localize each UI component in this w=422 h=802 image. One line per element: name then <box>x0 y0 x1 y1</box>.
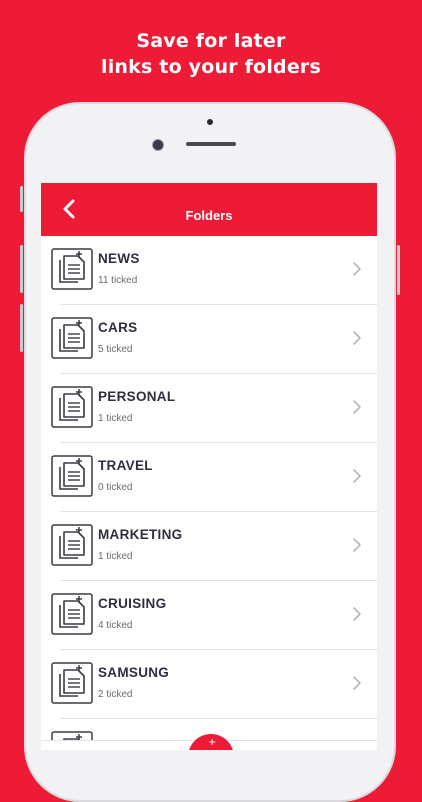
earpiece-speaker <box>186 142 236 146</box>
document-icon <box>51 248 93 290</box>
folder-count: 1 ticked <box>98 551 133 562</box>
document-icon <box>51 317 93 359</box>
plus-icon: + <box>208 737 217 748</box>
folder-name: CRUISING <box>98 596 167 611</box>
folder-list: NEWS 11 ticked CARS 5 ticked PERSONAL 1 … <box>41 236 377 750</box>
chevron-right-icon <box>353 538 361 552</box>
folder-row-samsung[interactable]: SAMSUNG 2 ticked <box>51 650 377 719</box>
document-icon <box>51 662 93 704</box>
chevron-right-icon <box>353 331 361 345</box>
phone-volume-up <box>20 245 23 293</box>
folder-name: MARKETING <box>98 527 183 542</box>
folder-row-personal[interactable]: PERSONAL 1 ticked <box>51 374 377 443</box>
folder-row-news[interactable]: NEWS 11 ticked <box>51 236 377 305</box>
folder-name: CARS <box>98 320 138 335</box>
document-icon <box>51 593 93 635</box>
folder-name: TRAVEL <box>98 458 153 473</box>
folder-row-marketing[interactable]: MARKETING 1 ticked <box>51 512 377 581</box>
chevron-right-icon <box>353 262 361 276</box>
phone-side-button <box>20 186 23 212</box>
folder-count: 2 ticked <box>98 689 133 700</box>
chevron-right-icon <box>353 469 361 483</box>
headline-line-1: Save for later <box>136 30 286 52</box>
front-camera <box>152 139 164 151</box>
chevron-right-icon <box>353 607 361 621</box>
app-screen: Folders NEWS 11 ticked CARS 5 ticked PER… <box>41 183 377 750</box>
folder-count: 5 ticked <box>98 344 133 355</box>
folder-count: 1 ticked <box>98 413 133 424</box>
folder-row-cruising[interactable]: CRUISING 4 ticked <box>51 581 377 650</box>
chevron-right-icon <box>353 676 361 690</box>
document-icon <box>51 455 93 497</box>
folder-name: SAMSUNG <box>98 665 170 680</box>
promo-headline: Save for later links to your folders <box>0 28 422 80</box>
document-icon <box>51 386 93 428</box>
chevron-right-icon <box>353 400 361 414</box>
folder-row-travel[interactable]: TRAVEL 0 ticked <box>51 443 377 512</box>
document-icon <box>51 524 93 566</box>
headline-line-2: links to your folders <box>100 56 321 78</box>
folder-count: 11 ticked <box>98 275 138 286</box>
proximity-sensor <box>207 119 213 125</box>
folder-name: PERSONAL <box>98 389 176 404</box>
app-bar: Folders <box>41 183 377 236</box>
phone-power-button <box>397 245 400 295</box>
folder-count: 4 ticked <box>98 620 133 631</box>
folder-name: NEWS <box>98 251 140 266</box>
folder-row-cars[interactable]: CARS 5 ticked <box>51 305 377 374</box>
phone-volume-down <box>20 304 23 352</box>
folder-count: 0 ticked <box>98 482 133 493</box>
